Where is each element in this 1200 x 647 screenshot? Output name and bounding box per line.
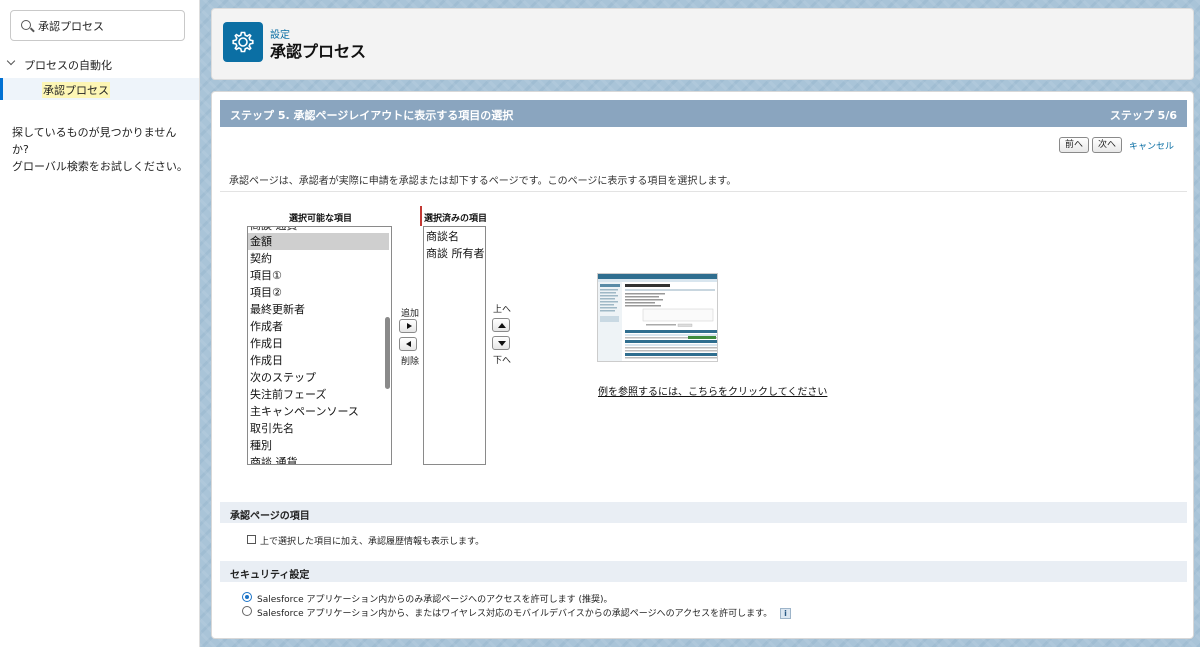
section-title: セキュリティ設定	[230, 570, 310, 581]
example-thumbnail[interactable]	[597, 273, 718, 362]
info-icon[interactable]: i	[780, 608, 791, 619]
radio-app-only[interactable]	[242, 592, 252, 602]
list-option[interactable]: 作成者	[250, 318, 283, 335]
down-label: 下へ	[493, 356, 512, 366]
section-title: 承認ページの項目	[230, 511, 310, 522]
list-option[interactable]: 契約	[250, 250, 272, 267]
quick-find-search[interactable]	[10, 10, 185, 41]
add-label: 追加	[401, 309, 420, 319]
arrow-left-icon	[406, 341, 411, 347]
add-button[interactable]	[399, 319, 417, 333]
radio-label: Salesforce アプリケーション内から、またはワイヤレス対応のモバイルデバ…	[257, 609, 773, 619]
step-header: ステップ 5. 承認ページレイアウトに表示する項目の選択 ステップ 5/6	[220, 100, 1187, 127]
remove-button[interactable]	[399, 337, 417, 351]
chevron-down-icon[interactable]	[6, 56, 16, 66]
list-option[interactable]: 取引先名	[250, 420, 294, 437]
search-icon	[21, 20, 31, 30]
list-option[interactable]: 商談名	[426, 228, 459, 245]
selected-fields-list[interactable]: 商談名 商談 所有者	[423, 226, 486, 465]
divider	[220, 191, 1187, 192]
tree-item-label: 承認プロセス	[42, 82, 110, 98]
cancel-link[interactable]: キャンセル	[1129, 139, 1174, 152]
list-option[interactable]: 項目①	[250, 267, 282, 284]
available-list-header: 選択可能な項目	[289, 214, 353, 224]
radio-mobile[interactable]	[242, 606, 252, 616]
quick-find-input[interactable]	[38, 17, 178, 35]
gear-icon	[223, 22, 263, 62]
next-button[interactable]: 次へ	[1092, 137, 1123, 153]
list-option[interactable]: 作成日	[250, 352, 283, 369]
move-down-button[interactable]	[492, 336, 510, 350]
arrow-down-icon	[498, 341, 506, 346]
security-option-app-only[interactable]: Salesforce アプリケーション内からのみ承認ページへのアクセスを許可しま…	[242, 592, 613, 605]
list-option[interactable]: 失注前フェーズ	[250, 386, 326, 403]
wizard-panel: ステップ 5. 承認ページレイアウトに表示する項目の選択 ステップ 5/6 前へ…	[211, 91, 1194, 639]
search-help-text: 探しているものが見つかりませんか? グローバル検索をお試しください。	[12, 126, 188, 173]
list-scrollbar[interactable]	[385, 317, 390, 389]
move-up-button[interactable]	[492, 318, 510, 332]
list-option[interactable]: 商談 通貨	[250, 454, 298, 464]
prev-button[interactable]: 前へ	[1059, 137, 1090, 153]
step-counter: ステップ 5/6	[1109, 109, 1177, 122]
tree-item-process-automation[interactable]: プロセスの自動化	[0, 53, 199, 75]
security-option-mobile[interactable]: Salesforce アプリケーション内から、またはワイヤレス対応のモバイルデバ…	[242, 606, 772, 619]
page-title: 承認プロセス	[270, 42, 367, 61]
arrow-right-icon	[407, 323, 412, 329]
list-option[interactable]: 次のステップ	[250, 369, 316, 386]
example-link[interactable]: 例を参照するには、こちらをクリックしてください	[598, 383, 827, 398]
available-fields-list[interactable]: 商談 通貨 金額 契約 項目① 項目② 最終更新者 作成者 作成日 作成日 次の…	[247, 226, 392, 465]
list-option[interactable]: 主キャンペーンソース	[250, 403, 359, 420]
list-option[interactable]: 項目②	[250, 284, 282, 301]
required-marker	[420, 206, 422, 226]
approval-history-checkbox[interactable]	[247, 535, 256, 544]
arrow-up-icon	[498, 323, 506, 328]
security-section-header: セキュリティ設定	[220, 561, 1187, 582]
list-option-selected[interactable]: 金額	[248, 233, 389, 250]
list-option[interactable]: 作成日	[250, 335, 283, 352]
sidebar: プロセスの自動化 承認プロセス 探しているものが見つかりませんか? グローバル検…	[0, 0, 200, 647]
main-area: 設定 承認プロセス ステップ 5. 承認ページレイアウトに表示する項目の選択 ス…	[200, 0, 1200, 647]
remove-label: 削除	[401, 357, 420, 367]
selected-list-header: 選択済みの項目	[424, 214, 488, 224]
tree-item-label: プロセスの自動化	[24, 59, 112, 72]
radio-label: Salesforce アプリケーション内からのみ承認ページへのアクセスを許可しま…	[257, 595, 613, 605]
step-description: 承認ページは、承認者が実際に申請を承認または却下するページです。このページに表示…	[229, 176, 737, 187]
list-option[interactable]: 最終更新者	[250, 301, 305, 318]
approval-fields-section-header: 承認ページの項目	[220, 502, 1187, 523]
list-option[interactable]: 種別	[250, 437, 272, 454]
checkbox-label: 上で選択した項目に加え、承認履歴情報も表示します。	[260, 537, 485, 547]
list-option[interactable]: 商談 所有者	[426, 245, 485, 262]
approval-history-option[interactable]: 上で選択した項目に加え、承認履歴情報も表示します。	[247, 534, 484, 547]
up-label: 上へ	[493, 305, 512, 315]
tree-item-approval-process[interactable]: 承認プロセス	[0, 78, 199, 100]
page-header: 設定 承認プロセス	[211, 8, 1194, 80]
step-title: ステップ 5. 承認ページレイアウトに表示する項目の選択	[230, 109, 514, 122]
